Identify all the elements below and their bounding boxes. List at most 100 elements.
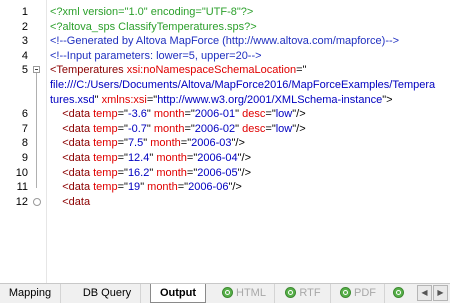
code-token: ="	[180, 137, 192, 150]
line-number: 3	[21, 35, 28, 48]
code-token: ="	[186, 166, 198, 179]
tab-html-label: HTML	[236, 287, 266, 299]
code-token: xsi:noNamespaceSchemaLocation	[126, 64, 297, 77]
line-number: 11	[16, 181, 28, 194]
code-token: temp	[93, 152, 118, 164]
xml-output-editor[interactable]: 1 <?xml version="1.0" encoding="UTF-8"?> 2…	[0, 0, 450, 283]
code-token: low	[275, 108, 293, 121]
code-token: "	[146, 108, 154, 121]
code-token: temp	[93, 166, 118, 179]
tab-output-label: Output	[159, 287, 197, 299]
code-token: <!--Input parameters: lower=5, upper=20-…	[50, 49, 262, 62]
code-token: "/>	[228, 181, 242, 194]
line-number: 9	[21, 152, 28, 164]
rtf-preview-icon	[285, 286, 297, 298]
tab-pdf[interactable]: PDF	[332, 284, 385, 303]
code-token: desc	[242, 122, 266, 135]
code-text: <?xml version="1.0" encoding="UTF-8"?>	[50, 5, 253, 19]
code-token: month	[156, 166, 187, 179]
code-text: <data temp="12.4" month="2006-04"/>	[50, 151, 251, 165]
code-line: 9 <data temp="12.4" month="2006-04"/>	[0, 151, 450, 165]
code-token: ="	[184, 108, 195, 121]
code-token: month	[156, 152, 187, 164]
code-token: ="	[265, 122, 276, 135]
code-token: <data	[62, 122, 94, 135]
code-token: temp	[93, 122, 118, 135]
tab-mapping[interactable]: Mapping	[0, 284, 61, 303]
code-token: 2006-04	[197, 152, 238, 164]
code-text: <data temp="19" month="2006-06"/>	[50, 180, 242, 194]
tab-output[interactable]: Output	[150, 284, 206, 303]
code-token: -3.6	[127, 108, 147, 121]
code-token: ="	[177, 181, 189, 194]
code-token: -0.7	[127, 122, 147, 135]
code-token: 16.2	[127, 166, 150, 179]
code-token: ="	[296, 64, 307, 77]
code-text: <!--Input parameters: lower=5, upper=20-…	[50, 49, 262, 63]
code-token: ="	[186, 152, 198, 164]
code-token: file:///C:/Users/Documents/Altova/MapFor…	[50, 79, 436, 91]
code-token: 12.4	[127, 152, 150, 164]
scroll-right-icon[interactable]: ▶	[433, 285, 448, 301]
code-token: 2006-02	[194, 122, 236, 135]
code-line: 10 <data temp="16.2" month="2006-05"/>	[0, 166, 450, 180]
code-token: <data	[62, 152, 94, 164]
line-number: 6	[21, 108, 28, 121]
code-line: 7 <data temp="-0.7" month="2006-02" desc…	[0, 122, 450, 136]
code-text: file:///C:/Users/Documents/Altova/MapFor…	[50, 78, 435, 92]
tab-more[interactable]	[386, 284, 414, 303]
code-text: <Temperatures xsi:noNamespaceSchemaLocat…	[50, 63, 306, 77]
code-token: xmlns:xsi	[101, 93, 147, 106]
tab-db-query[interactable]: DB Query	[74, 284, 141, 303]
tab-rtf[interactable]: RTF	[276, 284, 331, 303]
code-line: 11 <data temp="19" month="2006-06"/>	[0, 180, 450, 194]
code-token: ="	[117, 166, 128, 179]
code-line: 8 <data temp="7.5" month="2006-03"/>	[0, 136, 450, 150]
collapse-node-icon[interactable]	[33, 66, 40, 74]
code-text: tures.xsd" xmlns:xsi="http://www.w3.org/…	[50, 93, 393, 107]
code-token: ="	[117, 137, 128, 150]
code-line: 1 <?xml version="1.0" encoding="UTF-8"?>	[0, 5, 450, 19]
code-token: month	[153, 122, 185, 135]
code-token: 2006-06	[188, 181, 229, 194]
line-number: 12	[15, 195, 28, 208]
code-token: 19	[127, 181, 141, 194]
line-number: 1	[21, 6, 28, 18]
code-token: http://www.w3.org/2001/XMLSchema-instanc…	[157, 93, 383, 106]
line-number: 10	[15, 166, 28, 179]
code-text: <data	[50, 195, 90, 209]
code-token: low	[275, 122, 293, 135]
line-number: 8	[21, 137, 28, 150]
code-token: ="	[146, 93, 158, 106]
code-token: desc	[242, 108, 266, 121]
code-line: 4 <!--Input parameters: lower=5, upper=20…	[0, 49, 450, 63]
code-token: "/>	[292, 108, 306, 121]
pdf-preview-icon	[340, 286, 351, 298]
code-text: <!--Generated by Altova MapForce (http:/…	[50, 34, 399, 48]
code-token: month	[147, 181, 178, 194]
code-token: "/>	[237, 152, 252, 164]
more-preview-icon	[393, 286, 404, 298]
code-token: tures.xsd	[50, 93, 95, 106]
tab-rtf-label: RTF	[299, 287, 321, 299]
code-token: 7.5	[127, 137, 144, 150]
code-token: ="	[117, 152, 128, 164]
fold-end-icon	[33, 197, 41, 206]
code-token: "/>	[231, 137, 245, 150]
line-number: 2	[21, 20, 28, 33]
tab-html[interactable]: HTML	[214, 284, 275, 303]
code-token: <data	[62, 181, 94, 194]
code-line: file:///C:/Users/Documents/Altova/MapFor…	[0, 78, 450, 92]
code-line: tures.xsd" xmlns:xsi="http://www.w3.org/…	[0, 93, 450, 107]
code-line: 6 <data temp="-3.6" month="2006-01" desc…	[0, 107, 450, 121]
code-token: <data	[62, 137, 94, 150]
html-preview-icon	[222, 286, 234, 298]
scroll-left-icon[interactable]: ◀	[417, 285, 432, 301]
code-token: ="	[265, 108, 276, 121]
